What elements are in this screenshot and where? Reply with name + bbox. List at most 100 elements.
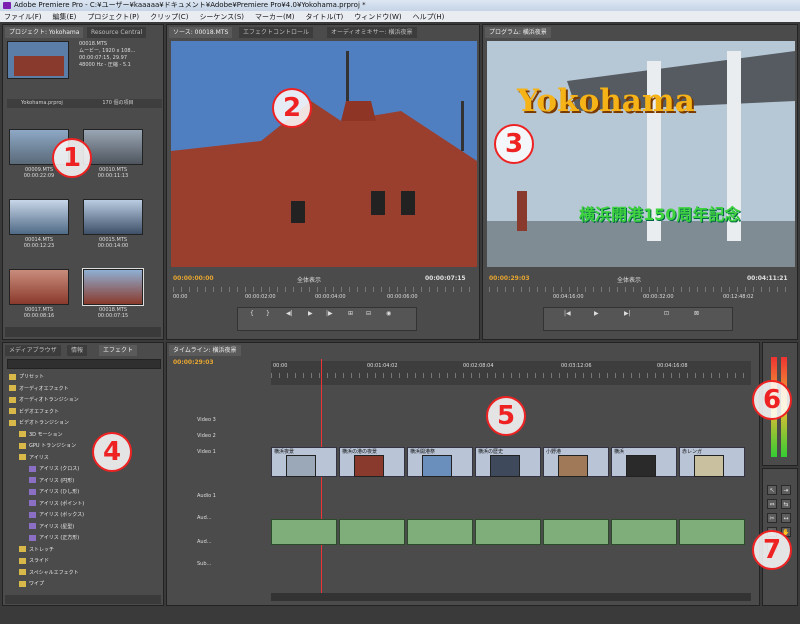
insert-icon[interactable]: ⊞ (348, 310, 353, 317)
effects-tree-item[interactable]: スライド (19, 557, 49, 566)
source-timecode-in: 00:00:00:00 (173, 275, 214, 282)
effects-tree-item[interactable]: オーディオトランジション (9, 396, 79, 405)
extract-icon[interactable]: ⊠ (694, 310, 699, 317)
audio-clip[interactable] (475, 519, 541, 545)
tab-media-browser[interactable]: メディアブラウザ (5, 345, 61, 356)
effects-tree-item[interactable]: GPU トランジション (19, 442, 76, 451)
play-icon[interactable]: ▶ (308, 310, 313, 317)
audio-clip[interactable] (407, 519, 473, 545)
effects-tree-item[interactable]: アイリス (ひし形) (29, 488, 79, 497)
video-clip[interactable]: 横浜開港祭 (407, 447, 473, 477)
tab-info[interactable]: 情報 (67, 345, 88, 356)
effects-tree-item[interactable]: 3D モーション (19, 431, 63, 440)
effects-tree-item[interactable]: プリセット (9, 373, 44, 382)
source-time-ruler[interactable] (173, 287, 473, 292)
go-to-in-icon[interactable]: |◀ (564, 310, 571, 317)
step-forward-icon[interactable]: |▶ (326, 310, 333, 317)
mark-in-icon[interactable]: { (250, 310, 254, 317)
tab-project[interactable]: プロジェクト: Yokohama (5, 27, 84, 38)
tab-program[interactable]: プログラム: 横浜夜景 (485, 27, 551, 38)
effects-tree-item[interactable]: アイリス (クロス) (29, 465, 79, 474)
mark-out-icon[interactable]: } (266, 310, 270, 317)
track-header[interactable]: Video 2 (197, 433, 267, 439)
program-fit-select[interactable]: 全体表示 (617, 275, 641, 284)
effects-tree-item[interactable]: ビデオエフェクト (9, 408, 59, 417)
tab-timeline[interactable]: タイムライン: 横浜夜景 (169, 345, 241, 356)
effects-tree-item[interactable]: ビデオトランジション (9, 419, 69, 428)
track-header[interactable]: Audio 1 (197, 493, 267, 499)
track-header[interactable]: Aud... (197, 539, 267, 545)
track-header[interactable]: Video 1 (197, 449, 267, 455)
audio-clip[interactable] (339, 519, 405, 545)
folder-icon (9, 385, 16, 391)
clip-name: 横浜の歴史 (478, 449, 504, 455)
play-icon[interactable]: ▶ (594, 310, 599, 317)
video-clip[interactable]: 小野港 (543, 447, 609, 477)
go-to-out-icon[interactable]: ▶| (624, 310, 631, 317)
effects-tree-item[interactable]: オーディオエフェクト (9, 385, 69, 394)
overlay-icon[interactable]: ⊟ (366, 310, 371, 317)
tab-resource-central[interactable]: Resource Central (87, 27, 147, 38)
video-clip[interactable]: 横浜 (611, 447, 677, 477)
video-clip[interactable]: 横浜夜景 (271, 447, 337, 477)
menu-project[interactable]: プロジェクト(P) (87, 12, 139, 22)
menu-sequence[interactable]: シーケンス(S) (199, 12, 244, 22)
audio-clip[interactable] (611, 519, 677, 545)
rolling-edit-tool-icon[interactable]: ⇆ (781, 499, 791, 509)
menu-clip[interactable]: クリップ(C) (150, 12, 188, 22)
tab-effects[interactable]: エフェクト (99, 345, 138, 356)
track-select-tool-icon[interactable]: ⇥ (781, 485, 791, 495)
folder-icon (19, 569, 26, 575)
clip-thumbnail-00017[interactable] (9, 269, 69, 305)
source-fit-select[interactable]: 全体表示 (297, 275, 321, 284)
tab-source[interactable]: ソース: 00018.MTS (169, 27, 233, 38)
slip-tool-icon[interactable]: ↔ (781, 513, 791, 523)
menu-window[interactable]: ウィンドウ(W) (354, 12, 401, 22)
effects-panel: メディアブラウザ 情報 エフェクト プリセットオーディオエフェクトオーディオトラ… (2, 342, 164, 606)
marker-2: 2 (272, 88, 312, 128)
razor-tool-icon[interactable]: ✂ (767, 513, 777, 523)
effects-tree-item[interactable]: アイリス (ポイント) (29, 500, 84, 509)
track-header[interactable]: Video 3 (197, 417, 267, 423)
ripple-edit-tool-icon[interactable]: ⇔ (767, 499, 777, 509)
audio-clip[interactable] (543, 519, 609, 545)
effects-tree-item[interactable]: アイリス (ボックス) (29, 511, 84, 520)
audio-clip[interactable] (271, 519, 337, 545)
playhead[interactable] (321, 359, 322, 599)
export-frame-icon[interactable]: ◉ (386, 310, 391, 317)
clip-thumbnail-00015[interactable] (83, 199, 143, 235)
effects-tree-item[interactable]: スペシャルエフェクト (19, 569, 79, 578)
effects-search-input[interactable] (7, 359, 161, 369)
effects-tree-item[interactable]: ストレッチ (19, 546, 54, 555)
video-clip[interactable]: 横浜の歴史 (475, 447, 541, 477)
video-clip[interactable]: 赤レンガ (679, 447, 745, 477)
effects-tree-item[interactable]: アイリス (円形) (29, 477, 74, 486)
video-clip[interactable]: 横浜の港の夜景 (339, 447, 405, 477)
clip-thumbnail-00018[interactable] (82, 268, 144, 306)
program-time-ruler[interactable] (489, 287, 791, 292)
menu-title[interactable]: タイトル(T) (306, 12, 344, 22)
program-transport-controls: |◀ ▶ ▶| ⊡ ⊠ (543, 307, 733, 331)
clip-thumbnail-00010[interactable] (83, 129, 143, 165)
step-back-icon[interactable]: ◀| (286, 310, 293, 317)
effects-tree-item[interactable]: アイリス (19, 454, 49, 463)
menu-marker[interactable]: マーカー(M) (255, 12, 295, 22)
menu-file[interactable]: ファイル(F) (4, 12, 42, 22)
menu-edit[interactable]: 編集(E) (53, 12, 77, 22)
tab-audio-mixer[interactable]: オーディオミキサー: 横浜夜景 (327, 27, 417, 38)
lift-icon[interactable]: ⊡ (664, 310, 669, 317)
tab-effect-controls[interactable]: エフェクトコントロール (239, 27, 314, 38)
effects-tree-item[interactable]: アイリス (星型) (29, 523, 74, 532)
audio-clip[interactable] (679, 519, 745, 545)
clip-thumbnail-00014[interactable] (9, 199, 69, 235)
program-monitor: プログラム: 横浜夜景 Yokohama 横浜開港150周年記念 00:00:2… (482, 24, 798, 340)
effects-tree-item[interactable]: アイリス (正方形) (29, 534, 79, 543)
selection-tool-icon[interactable]: ↖ (767, 485, 777, 495)
timeline-ruler-area[interactable]: 00:00 00:01:04:02 00:02:08:04 00:03:12:0… (271, 361, 751, 385)
effects-tree-item[interactable]: ワイプ (19, 580, 44, 589)
track-header[interactable]: Aud... (197, 515, 267, 521)
track-header[interactable]: Sub... (197, 561, 267, 567)
menu-help[interactable]: ヘルプ(H) (413, 12, 445, 22)
clip-name: 横浜 (614, 449, 625, 455)
timeline-scrollbar[interactable] (271, 593, 751, 601)
